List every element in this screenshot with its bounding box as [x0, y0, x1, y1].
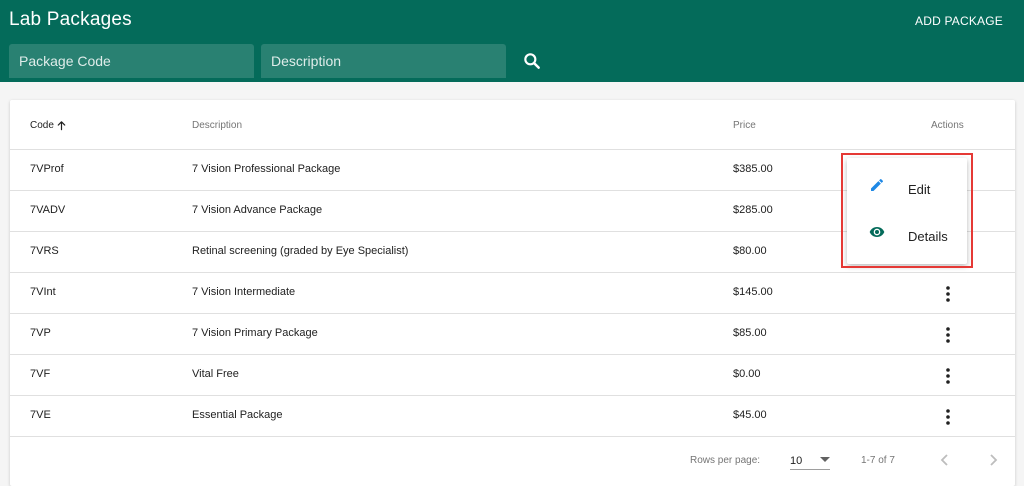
- eye-icon: [869, 227, 885, 237]
- page-title: Lab Packages: [9, 9, 132, 30]
- row-code: 7VF: [30, 368, 51, 380]
- row-code: 7VProf: [30, 163, 64, 175]
- dropdown-arrow-icon: [820, 457, 830, 462]
- pagination-range: 1-7 of 7: [861, 455, 895, 466]
- more-vertical-icon: [946, 286, 950, 302]
- table-row[interactable]: 7VF Vital Free $0.00: [10, 355, 1015, 396]
- row-actions-button[interactable]: [936, 365, 960, 387]
- search-icon: [524, 53, 540, 69]
- row-price: $145.00: [733, 286, 773, 298]
- rows-per-page-label: Rows per page:: [690, 455, 761, 466]
- table-row[interactable]: 7VP 7 Vision Primary Package $85.00: [10, 314, 1015, 355]
- row-description: Essential Package: [192, 409, 283, 421]
- previous-page-button[interactable]: [934, 449, 956, 471]
- row-actions-button[interactable]: [936, 324, 960, 346]
- chevron-left-icon: [940, 454, 948, 466]
- row-price: $0.00: [733, 368, 761, 380]
- menu-item-edit[interactable]: Edit: [847, 162, 967, 209]
- row-code: 7VE: [30, 409, 51, 421]
- row-actions-button[interactable]: [936, 283, 960, 305]
- row-description: 7 Vision Professional Package: [192, 163, 341, 175]
- next-page-button[interactable]: [982, 449, 1004, 471]
- column-header-price[interactable]: Price: [733, 120, 756, 131]
- table-row[interactable]: 7VInt 7 Vision Intermediate $145.00: [10, 273, 1015, 314]
- more-vertical-icon: [946, 327, 950, 343]
- row-code: 7VInt: [30, 286, 56, 298]
- description-input[interactable]: [261, 44, 506, 78]
- row-price: $85.00: [733, 327, 767, 339]
- app-bar: Lab Packages ADD PACKAGE: [0, 0, 1024, 82]
- row-description: 7 Vision Intermediate: [192, 286, 296, 298]
- sort-ascending-icon: [57, 121, 66, 131]
- row-price: $80.00: [733, 245, 767, 257]
- menu-item-details-label: Details: [908, 229, 948, 244]
- more-vertical-icon: [946, 409, 950, 425]
- column-header-actions: Actions: [931, 120, 964, 131]
- search-button[interactable]: [522, 51, 542, 71]
- row-description: Vital Free: [192, 368, 239, 380]
- row-price: $285.00: [733, 204, 773, 216]
- column-header-code[interactable]: Code: [30, 120, 67, 131]
- table-row[interactable]: 7VE Essential Package $45.00: [10, 396, 1015, 437]
- package-code-input[interactable]: [9, 44, 254, 78]
- menu-item-edit-label: Edit: [908, 182, 931, 197]
- row-description: 7 Vision Advance Package: [192, 204, 323, 216]
- row-actions-menu: Edit Details: [847, 158, 967, 264]
- row-price: $45.00: [733, 409, 767, 421]
- table-pagination: Rows per page: 10 1-7 of 7: [10, 436, 1015, 486]
- rows-per-page-select[interactable]: 10: [790, 450, 830, 470]
- edit-icon: [871, 178, 884, 191]
- row-description: 7 Vision Primary Package: [192, 327, 318, 339]
- chevron-right-icon: [990, 454, 998, 466]
- rows-per-page-value: 10: [790, 455, 803, 467]
- row-actions-button[interactable]: [936, 406, 960, 428]
- add-package-button[interactable]: ADD PACKAGE: [915, 14, 1003, 28]
- column-header-code-label: Code: [30, 120, 54, 131]
- row-code: 7VRS: [30, 245, 59, 257]
- menu-item-details[interactable]: Details: [847, 209, 967, 256]
- row-code: 7VADV: [30, 204, 66, 216]
- row-price: $385.00: [733, 163, 773, 175]
- row-description: Retinal screening (graded by Eye Special…: [192, 245, 409, 257]
- row-code: 7VP: [30, 327, 51, 339]
- table-header: Code Description Price Actions: [10, 100, 1015, 150]
- more-vertical-icon: [946, 368, 950, 384]
- column-header-description[interactable]: Description: [192, 120, 242, 131]
